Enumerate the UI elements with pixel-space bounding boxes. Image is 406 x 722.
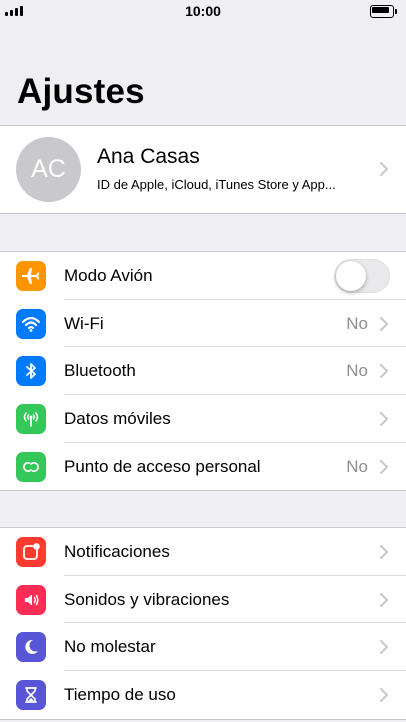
wifi-status: No — [346, 313, 368, 333]
antenna-icon — [16, 404, 46, 435]
settings-row-wifi[interactable]: Wi-Fi No — [0, 300, 406, 348]
settings-row-sounds[interactable]: Sonidos y vibraciones — [0, 576, 406, 624]
status-bar: 10:00 — [0, 0, 406, 24]
speaker-icon — [16, 584, 46, 615]
settings-row-airplane-mode: Modo Avión — [0, 252, 406, 300]
settings-row-label: Datos móviles — [64, 409, 171, 429]
bluetooth-status: No — [346, 361, 368, 381]
chevron-right-icon — [380, 459, 388, 474]
settings-row-personal-hotspot[interactable]: Punto de acceso personal No — [0, 443, 406, 491]
chevron-right-icon — [380, 592, 388, 607]
status-time: 10:00 — [185, 3, 221, 19]
hourglass-icon — [16, 680, 46, 711]
settings-row-cellular-data[interactable]: Datos móviles — [0, 395, 406, 443]
chevron-right-icon — [380, 640, 388, 655]
connectivity-group: Modo Avión Wi-Fi No Bluetooth No Datos m… — [0, 251, 406, 492]
airplane-mode-toggle[interactable] — [334, 259, 390, 293]
wifi-icon — [16, 308, 46, 339]
apple-id-profile-row[interactable]: AC Ana Casas ID de Apple, iCloud, iTunes… — [0, 125, 406, 214]
chevron-right-icon — [380, 545, 388, 559]
chevron-right-icon — [380, 316, 388, 331]
hotspot-status: No — [346, 456, 368, 476]
settings-row-notifications[interactable]: Notificaciones — [0, 528, 406, 576]
bluetooth-icon — [16, 356, 46, 387]
profile-subtitle: ID de Apple, iCloud, iTunes Store y App.… — [97, 177, 336, 192]
settings-row-label: Notificaciones — [64, 542, 170, 561]
hotspot-icon — [16, 451, 46, 482]
settings-row-bluetooth[interactable]: Bluetooth No — [0, 347, 406, 396]
battery-icon — [370, 5, 398, 18]
settings-row-do-not-disturb[interactable]: No molestar — [0, 623, 406, 672]
chevron-right-icon — [380, 364, 388, 379]
settings-row-label: No molestar — [64, 637, 156, 657]
notifications-group: Notificaciones Sonidos y vibraciones No … — [0, 527, 406, 720]
settings-row-label: Modo Avión — [64, 266, 153, 285]
avatar: AC — [16, 137, 81, 202]
chevron-right-icon — [380, 412, 388, 427]
settings-row-label: Bluetooth — [64, 361, 136, 381]
settings-row-screen-time[interactable]: Tiempo de uso — [0, 671, 406, 719]
profile-name: Ana Casas — [97, 145, 200, 168]
moon-icon — [16, 632, 46, 663]
page-title: Ajustes — [17, 72, 145, 111]
chevron-right-icon — [380, 688, 388, 703]
notifications-icon — [16, 537, 46, 567]
settings-row-label: Punto de acceso personal — [64, 456, 261, 476]
settings-row-label: Wi-Fi — [64, 313, 104, 333]
airplane-icon — [16, 261, 46, 291]
chevron-right-icon — [380, 162, 388, 176]
settings-row-label: Tiempo de uso — [64, 685, 176, 705]
settings-row-label: Sonidos y vibraciones — [64, 589, 230, 609]
